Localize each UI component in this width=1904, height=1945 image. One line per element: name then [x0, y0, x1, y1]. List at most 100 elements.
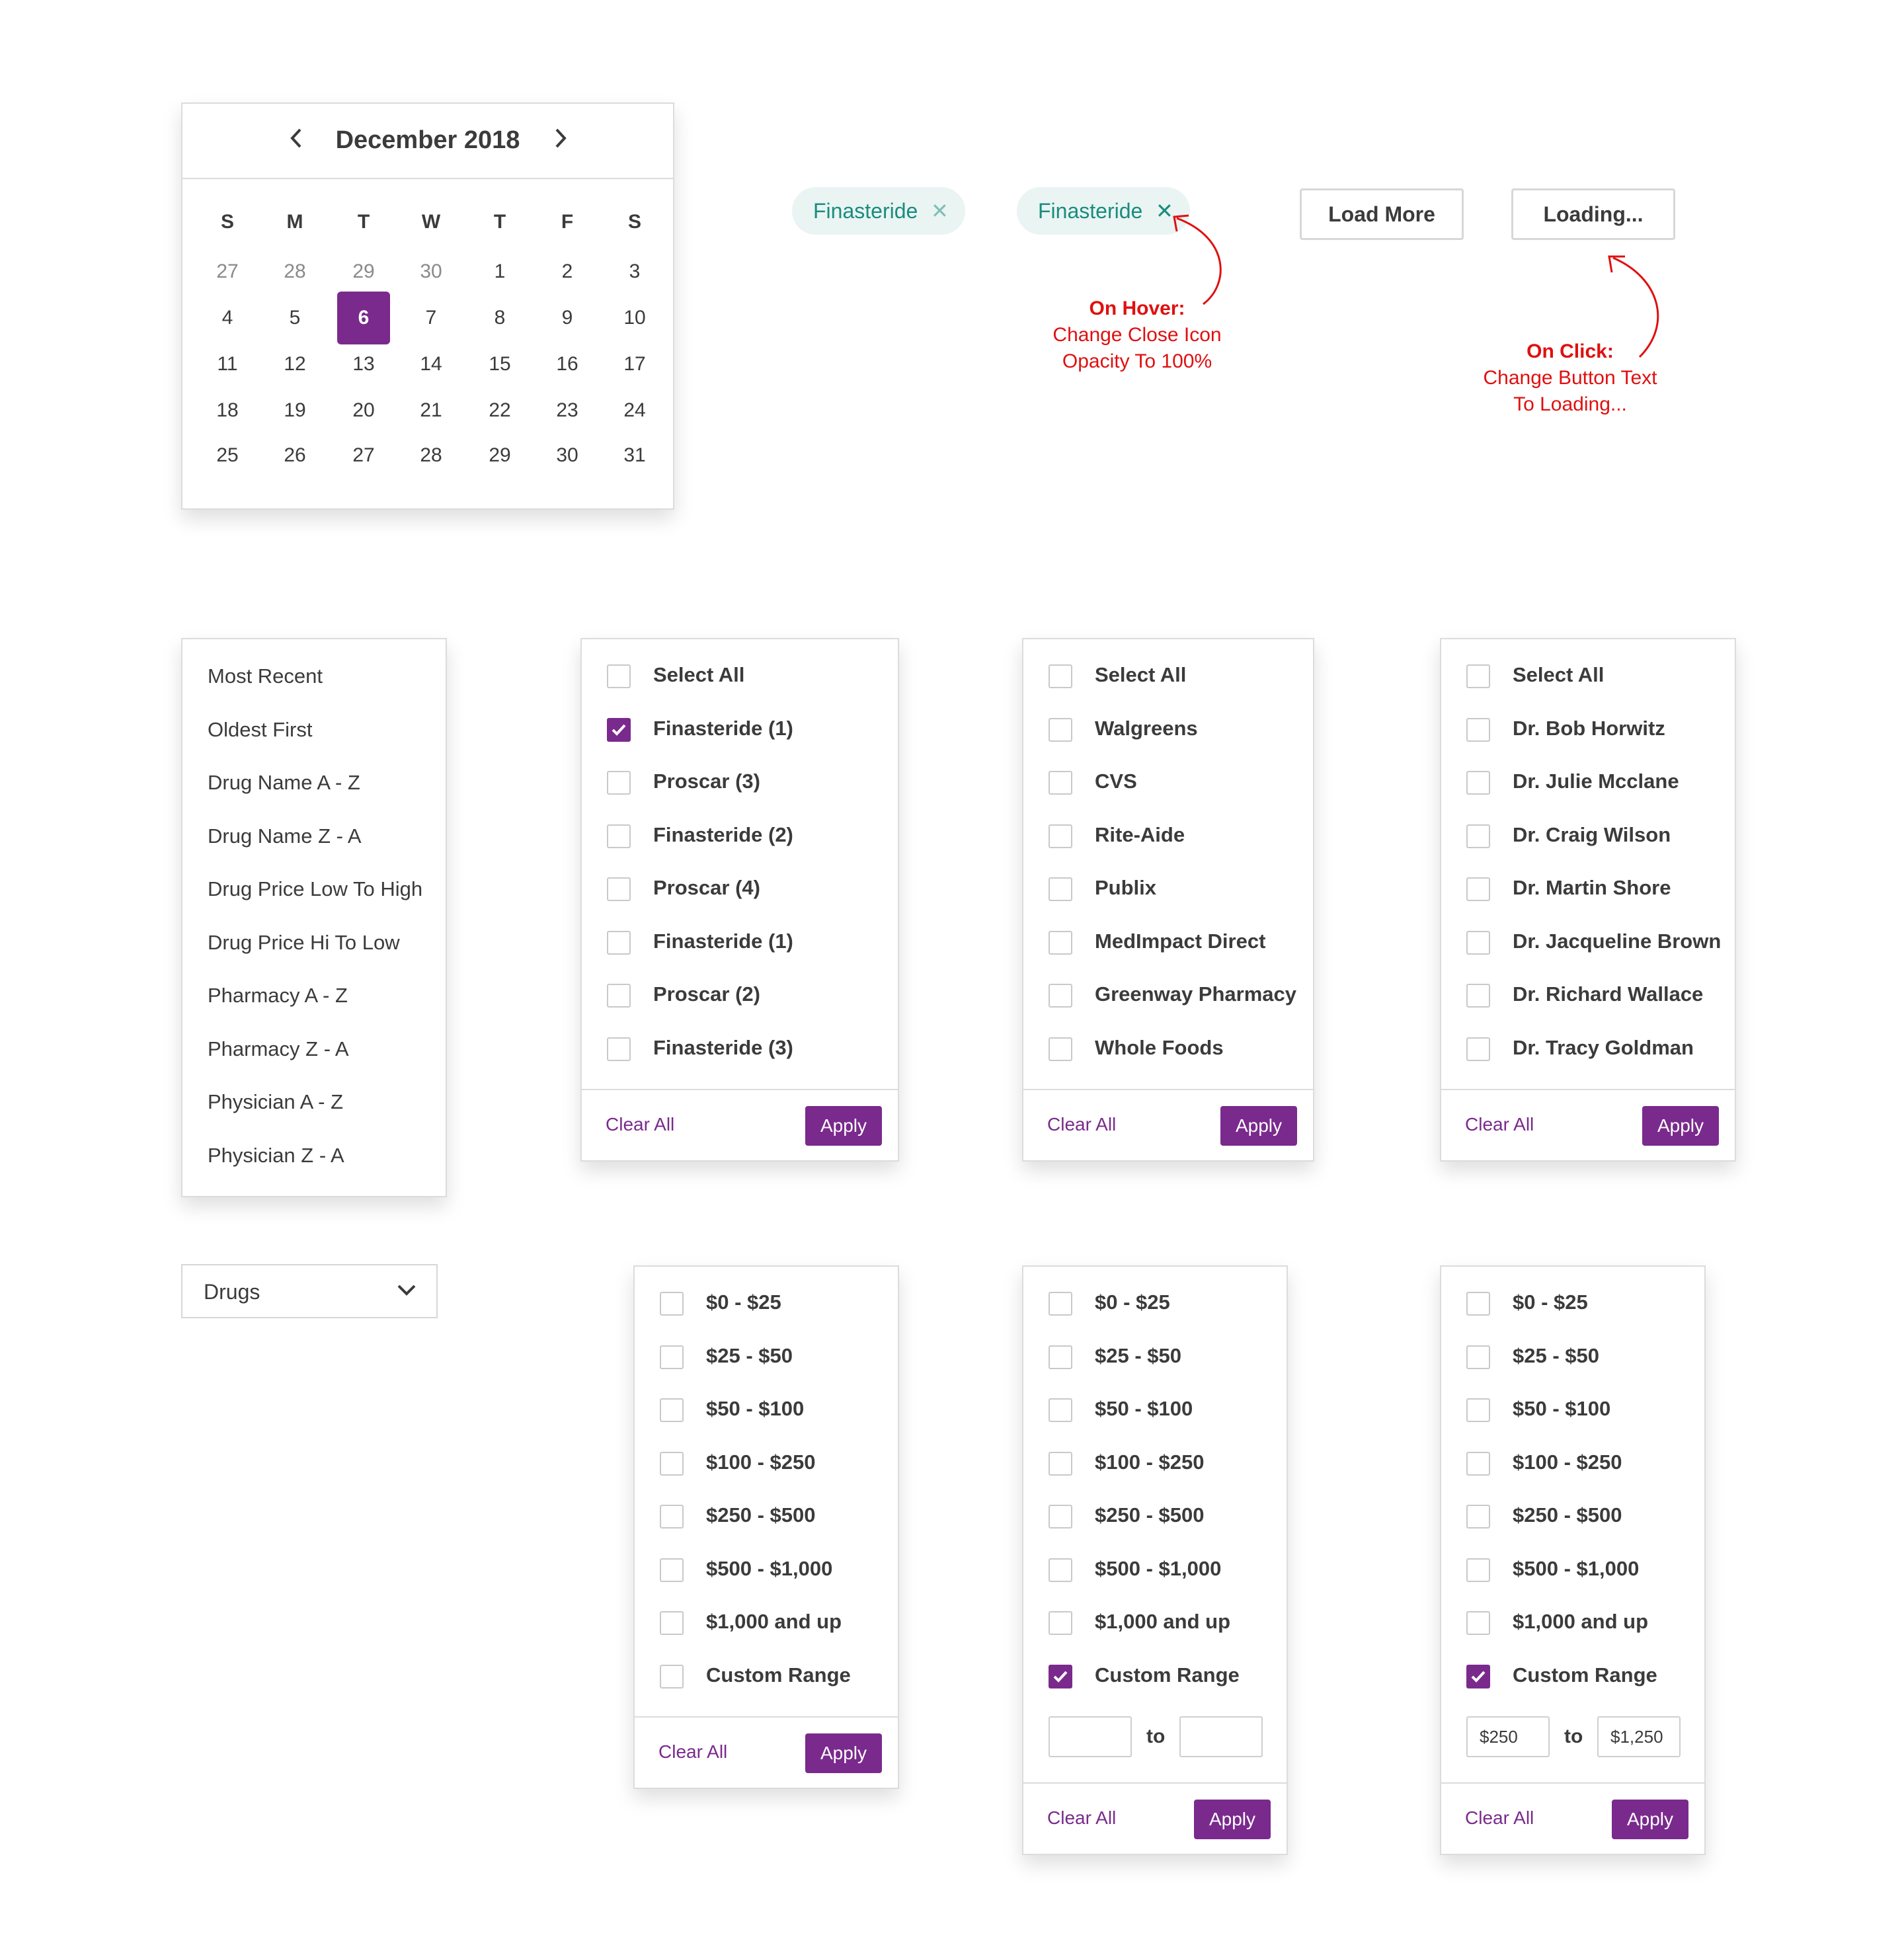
- checkbox-row[interactable]: Finasteride (3): [607, 1036, 858, 1064]
- checkbox-row[interactable]: Custom Range: [1049, 1663, 1300, 1691]
- checkbox-row[interactable]: Whole Foods: [1049, 1036, 1300, 1064]
- checkbox[interactable]: [607, 984, 631, 1008]
- checkbox[interactable]: [1049, 1037, 1072, 1061]
- checkbox-row[interactable]: Dr. Richard Wallace: [1466, 982, 1718, 1010]
- checkbox-row[interactable]: Greenway Pharmacy: [1049, 982, 1300, 1010]
- category-dropdown[interactable]: Drugs: [181, 1264, 438, 1318]
- checkbox-row[interactable]: $50 - $100: [1466, 1397, 1718, 1425]
- calendar-day-selected[interactable]: 6: [337, 292, 390, 344]
- checkbox-row[interactable]: $100 - $250: [1049, 1450, 1300, 1478]
- checkbox-row[interactable]: $0 - $25: [1049, 1290, 1300, 1318]
- checkbox[interactable]: [1466, 1558, 1490, 1582]
- checkbox[interactable]: [1466, 877, 1490, 901]
- checkbox[interactable]: [607, 824, 631, 848]
- calendar-day[interactable]: 4: [201, 292, 254, 344]
- checkbox-row[interactable]: $100 - $250: [1466, 1450, 1718, 1478]
- checkbox[interactable]: [1049, 1505, 1072, 1528]
- checkbox[interactable]: [1049, 1292, 1072, 1316]
- sort-option[interactable]: Pharmacy Z - A: [208, 1037, 349, 1061]
- range-max-input[interactable]: $1,250: [1597, 1716, 1681, 1757]
- checkbox-row[interactable]: Dr. Tracy Goldman: [1466, 1036, 1718, 1064]
- calendar-day[interactable]: 28: [405, 429, 457, 482]
- checkbox[interactable]: [1049, 1558, 1072, 1582]
- checkbox-row[interactable]: $0 - $25: [660, 1290, 911, 1318]
- calendar-day[interactable]: 30: [541, 429, 594, 482]
- checkbox-row[interactable]: Proscar (2): [607, 982, 858, 1010]
- checkbox-row[interactable]: $250 - $500: [1049, 1503, 1300, 1531]
- checkbox-row[interactable]: $500 - $1,000: [1466, 1557, 1718, 1585]
- checkbox-row[interactable]: Select All: [1466, 663, 1718, 691]
- calendar-day[interactable]: 28: [268, 245, 321, 298]
- checkbox[interactable]: [1466, 984, 1490, 1008]
- checkbox-row[interactable]: Select All: [1049, 663, 1300, 691]
- apply-button[interactable]: Apply: [1220, 1106, 1297, 1146]
- clear-all-link[interactable]: Clear All: [1047, 1807, 1116, 1829]
- checkbox-row[interactable]: $1,000 and up: [660, 1610, 911, 1638]
- calendar-day[interactable]: 15: [473, 338, 526, 391]
- calendar-day[interactable]: 17: [608, 338, 661, 391]
- checkbox-row[interactable]: Dr. Julie Mcclane: [1466, 770, 1718, 797]
- checkbox-row[interactable]: $500 - $1,000: [660, 1557, 911, 1585]
- checkbox[interactable]: [1466, 771, 1490, 795]
- calendar-day[interactable]: 29: [337, 245, 390, 298]
- calendar-day[interactable]: 3: [608, 245, 661, 298]
- checkbox[interactable]: [607, 877, 631, 901]
- checkbox-row[interactable]: Dr. Bob Horwitz: [1466, 717, 1718, 744]
- calendar-day[interactable]: 8: [473, 292, 526, 344]
- checkbox[interactable]: [660, 1292, 684, 1316]
- calendar-day[interactable]: 9: [541, 292, 594, 344]
- checkbox-row[interactable]: $100 - $250: [660, 1450, 911, 1478]
- checkbox-row[interactable]: $50 - $100: [1049, 1397, 1300, 1425]
- range-min-input[interactable]: $250: [1466, 1716, 1550, 1757]
- checkbox[interactable]: [607, 771, 631, 795]
- checkbox-row[interactable]: $0 - $25: [1466, 1290, 1718, 1318]
- calendar-day[interactable]: 11: [201, 338, 254, 391]
- checkbox-row[interactable]: Walgreens: [1049, 717, 1300, 744]
- checkbox[interactable]: [1049, 717, 1072, 742]
- checkbox[interactable]: [1466, 717, 1490, 742]
- checkbox-row[interactable]: Dr. Craig Wilson: [1466, 823, 1718, 851]
- checkbox[interactable]: [1049, 1451, 1072, 1476]
- calendar-day[interactable]: 27: [337, 429, 390, 482]
- checkbox[interactable]: [660, 1611, 684, 1635]
- apply-button[interactable]: Apply: [1642, 1106, 1719, 1146]
- apply-button[interactable]: Apply: [1612, 1800, 1688, 1839]
- clear-all-link[interactable]: Clear All: [606, 1114, 674, 1135]
- range-min-input[interactable]: [1049, 1716, 1132, 1757]
- calendar-day[interactable]: 30: [405, 245, 457, 298]
- checkbox-row[interactable]: Proscar (4): [607, 876, 858, 904]
- checkbox-checked[interactable]: [1049, 1664, 1072, 1688]
- checkbox-row[interactable]: $500 - $1,000: [1049, 1557, 1300, 1585]
- checkbox-row[interactable]: $1,000 and up: [1466, 1610, 1718, 1638]
- calendar-day[interactable]: 27: [201, 245, 254, 298]
- calendar-day[interactable]: 5: [268, 292, 321, 344]
- checkbox[interactable]: [1049, 877, 1072, 901]
- sort-option[interactable]: Drug Name A - Z: [208, 771, 360, 795]
- checkbox-row[interactable]: Custom Range: [1466, 1663, 1718, 1691]
- checkbox-row[interactable]: $25 - $50: [660, 1344, 911, 1372]
- calendar-day[interactable]: 29: [473, 429, 526, 482]
- sort-option[interactable]: Pharmacy A - Z: [208, 984, 348, 1008]
- checkbox-row[interactable]: Proscar (3): [607, 770, 858, 797]
- calendar-day[interactable]: 26: [268, 429, 321, 482]
- calendar-day[interactable]: 12: [268, 338, 321, 391]
- checkbox[interactable]: [1049, 664, 1072, 688]
- checkbox-row[interactable]: Custom Range: [660, 1663, 911, 1691]
- checkbox[interactable]: [660, 1505, 684, 1528]
- sort-option[interactable]: Most Recent: [208, 664, 323, 688]
- checkbox-row[interactable]: $250 - $500: [1466, 1503, 1718, 1531]
- clear-all-link[interactable]: Clear All: [658, 1741, 727, 1763]
- checkbox-row[interactable]: Finasteride (1): [607, 717, 858, 744]
- checkbox-checked[interactable]: [607, 717, 631, 742]
- checkbox[interactable]: [1049, 771, 1072, 795]
- clear-all-link[interactable]: Clear All: [1465, 1114, 1534, 1135]
- checkbox[interactable]: [1049, 1611, 1072, 1635]
- checkbox[interactable]: [660, 1345, 684, 1369]
- apply-button[interactable]: Apply: [805, 1733, 882, 1773]
- checkbox-row[interactable]: $1,000 and up: [1049, 1610, 1300, 1638]
- calendar-day[interactable]: 13: [337, 338, 390, 391]
- load-more-button[interactable]: Load More: [1300, 188, 1464, 240]
- checkbox[interactable]: [660, 1451, 684, 1476]
- loading-button[interactable]: Loading...: [1511, 188, 1675, 240]
- calendar-day[interactable]: 25: [201, 429, 254, 482]
